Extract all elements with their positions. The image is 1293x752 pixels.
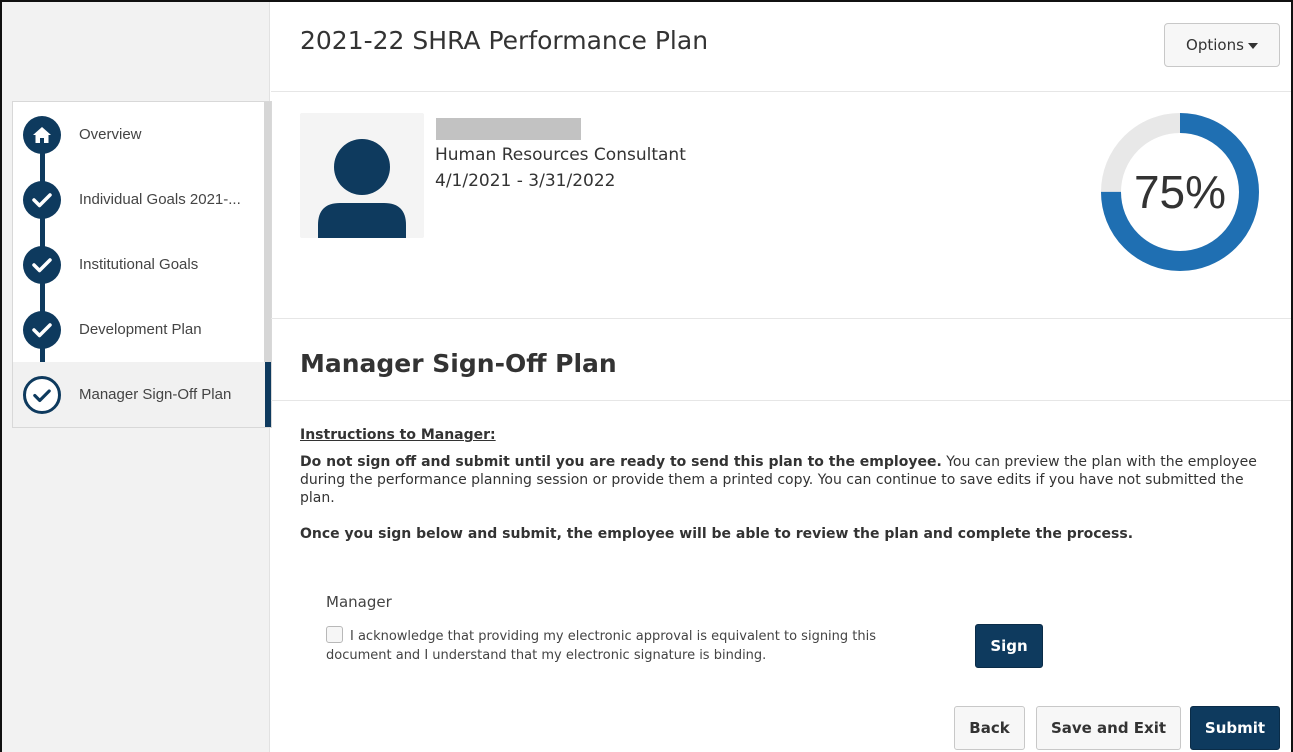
divider — [271, 400, 1291, 401]
check-icon — [23, 311, 61, 349]
page-title: 2021-22 SHRA Performance Plan — [300, 26, 709, 55]
sidebar-item-individual-goals[interactable]: Individual Goals 2021-... — [13, 167, 271, 232]
acknowledgement-text: I acknowledge that providing my electron… — [326, 629, 877, 663]
avatar — [300, 113, 424, 238]
job-title: Human Resources Consultant — [435, 145, 686, 165]
employee-name-redacted — [436, 118, 581, 140]
sidebar-item-overview[interactable]: Overview — [13, 102, 271, 167]
step-navigation: Overview Individual Goals 2021-... Insti… — [12, 101, 272, 428]
check-icon — [23, 246, 61, 284]
options-button[interactable]: Options — [1164, 23, 1280, 67]
plan-period: 4/1/2021 - 3/31/2022 — [435, 171, 616, 191]
check-icon — [23, 181, 61, 219]
instructions-heading: Instructions to Manager: — [300, 427, 496, 443]
sidebar-item-label: Overview — [79, 126, 142, 143]
instructions-emphasis: Do not sign off and submit until you are… — [300, 454, 942, 470]
divider — [271, 91, 1291, 92]
options-label: Options — [1186, 36, 1244, 54]
sidebar-item-manager-sign-off[interactable]: Manager Sign-Off Plan — [13, 362, 271, 427]
sidebar-item-development-plan[interactable]: Development Plan — [13, 297, 271, 362]
acknowledge-checkbox[interactable] — [326, 626, 343, 643]
instructions-note: Once you sign below and submit, the empl… — [300, 526, 1134, 542]
divider — [271, 318, 1291, 319]
sign-button[interactable]: Sign — [975, 624, 1043, 668]
back-button[interactable]: Back — [954, 706, 1025, 750]
sidebar-item-label: Manager Sign-Off Plan — [79, 386, 232, 403]
sidebar-item-label: Development Plan — [79, 321, 202, 338]
save-and-exit-button[interactable]: Save and Exit — [1036, 706, 1181, 750]
progress-percent: 75% — [1133, 166, 1227, 218]
sidebar-item-label: Individual Goals 2021-... — [79, 191, 241, 208]
submit-button[interactable]: Submit — [1190, 706, 1280, 750]
instructions-paragraph: Do not sign off and submit until you are… — [300, 453, 1280, 507]
caret-down-icon — [1247, 36, 1258, 54]
user-silhouette-icon — [318, 139, 406, 238]
check-icon — [23, 376, 61, 414]
home-icon — [23, 116, 61, 154]
sidebar-item-institutional-goals[interactable]: Institutional Goals — [13, 232, 271, 297]
sidebar-item-label: Institutional Goals — [79, 256, 199, 273]
section-title: Manager Sign-Off Plan — [300, 349, 617, 378]
signer-role-label: Manager — [326, 593, 392, 611]
